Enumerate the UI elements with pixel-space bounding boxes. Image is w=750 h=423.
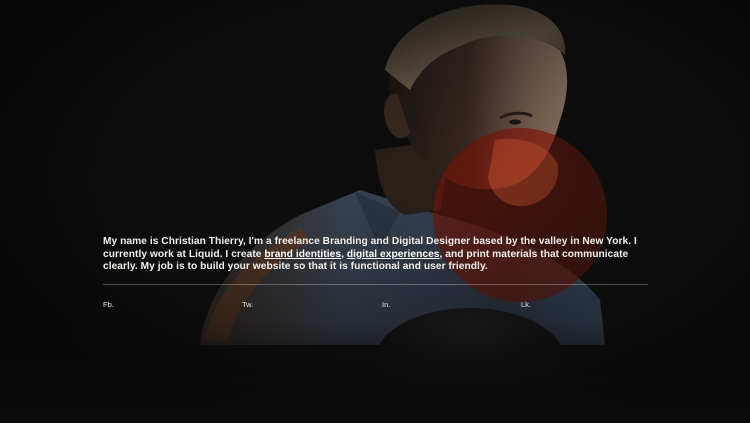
intro-paragraph: My name is Christian Thierry, I'm a free…: [103, 236, 663, 274]
instagram-link[interactable]: In.: [382, 300, 390, 310]
divider-line: [103, 284, 648, 285]
hero-section: My name is Christian Thierry, I'm a free…: [0, 0, 750, 423]
portrait-photo: [0, 0, 750, 423]
facebook-link[interactable]: Fb.: [103, 300, 114, 310]
twitter-link[interactable]: Tw.: [242, 300, 253, 310]
digital-experiences-link[interactable]: digital experiences: [347, 249, 440, 260]
brand-identities-link[interactable]: brand identities: [264, 249, 341, 260]
linkedin-link[interactable]: Lk.: [521, 300, 531, 310]
